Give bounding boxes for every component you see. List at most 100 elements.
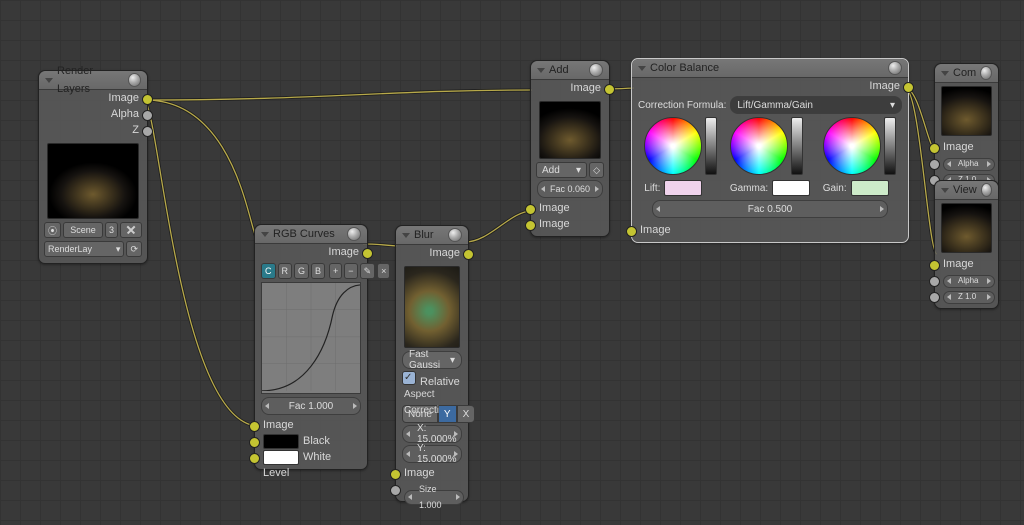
close-icon [124,223,138,237]
scene-field[interactable]: Scene [63,222,103,238]
node-composite[interactable]: Com Image Alpha Z 1.0 [934,63,999,192]
node-header[interactable]: RGB Curves [255,225,367,244]
lift-value-slider[interactable] [705,117,717,175]
socket-in-image: Image [935,139,998,155]
formula-select[interactable]: Lift/Gamma/Gain▾ [730,96,902,114]
scene-clear-button[interactable] [120,222,142,238]
node-title: Com [953,64,976,82]
collapse-icon[interactable] [45,78,53,83]
collapse-icon[interactable] [941,71,949,76]
fac-field[interactable]: Fac 0.060 [537,180,603,198]
gain-swatch[interactable] [851,180,889,196]
socket-in-size: Size 1.000 [396,481,468,497]
preview-dot-icon[interactable] [347,227,361,241]
gamma-section: Gamma: [730,117,810,196]
preview-dot-icon[interactable] [888,61,902,75]
socket-in-image-1: Image [531,200,609,216]
render-layer-refresh-button[interactable]: ⟳ [126,241,142,257]
collapse-icon[interactable] [638,66,646,71]
node-title: Blur [414,226,434,244]
node-viewer[interactable]: View Image Alpha Z 1.0 [934,180,999,309]
socket-in-image: Image [935,256,998,272]
curve-tools-button[interactable]: ✎ [360,263,376,279]
lift-swatch[interactable] [664,180,702,196]
formula-label: Correction Formula: [638,100,726,111]
socket-in-black: Black Level [255,433,367,449]
socket-out-alpha: Alpha [39,106,147,122]
curve-channel-g[interactable]: G [294,263,309,279]
socket-in-image: Image [632,222,908,238]
aspect-y[interactable]: Y [438,405,457,423]
preview-thumbnail [539,101,601,159]
checkbox-icon [402,371,416,385]
blend-mode-select[interactable]: Add▾ [536,162,587,178]
node-header[interactable]: View [935,181,998,200]
preview-dot-icon[interactable] [448,228,462,242]
gamma-swatch[interactable] [772,180,810,196]
zoom-in-button[interactable]: + [329,263,342,279]
zoom-out-button[interactable]: − [344,263,357,279]
scene-browse-button[interactable]: ⦿ [44,222,61,238]
curve-channel-b[interactable]: B [311,263,325,279]
preview-thumbnail [47,143,139,219]
node-header[interactable]: Render Layers [39,71,147,90]
socket-out-image: Image [531,80,609,96]
collapse-icon[interactable] [537,68,545,73]
node-color-balance[interactable]: Color Balance Image Correction Formula: … [631,58,909,243]
lift-label: Lift: [644,183,660,194]
preview-dot-icon[interactable] [980,66,992,80]
curve-delete-button[interactable]: × [377,263,390,279]
preview-thumbnail [941,203,992,253]
aspect-x[interactable]: X [457,405,476,423]
gamma-color-wheel[interactable] [730,117,788,175]
aspect-label: Aspect Correcti [396,387,468,403]
node-header[interactable]: Color Balance [632,59,908,78]
curve-channel-c[interactable]: C [261,263,276,279]
gamma-label: Gamma: [730,183,768,194]
node-render-layers[interactable]: Render Layers Image Alpha Z ⦿ Scene 3 Re… [38,70,148,264]
node-title: Color Balance [650,59,719,77]
preview-dot-icon[interactable] [981,183,992,197]
collapse-icon[interactable] [941,188,949,193]
socket-in-alpha: Alpha [935,155,998,171]
preview-dot-icon[interactable] [128,73,141,87]
gain-value-slider[interactable] [884,117,896,175]
blur-type-select[interactable]: Fast Gaussi▾ [402,351,462,369]
clamp-button[interactable]: ◇ [589,162,604,178]
blur-x-field[interactable]: X: 15.000% [402,425,462,443]
node-add[interactable]: Add Image Add▾ ◇ Fac 0.060 Image Image [530,60,610,237]
render-layer-select[interactable]: RenderLay▾ [44,241,124,257]
collapse-icon[interactable] [261,232,269,237]
curve-channel-r[interactable]: R [278,263,293,279]
preview-thumbnail [404,266,460,348]
collapse-icon[interactable] [402,233,410,238]
gamma-value-slider[interactable] [791,117,803,175]
node-title: RGB Curves [273,225,335,243]
curve-editor[interactable] [261,282,361,394]
compositor-canvas[interactable]: Render Layers Image Alpha Z ⦿ Scene 3 Re… [0,0,1024,525]
lift-section: Lift: [644,117,717,196]
node-title: Add [549,61,569,79]
lift-color-wheel[interactable] [644,117,702,175]
preview-thumbnail [941,86,992,136]
relative-checkbox[interactable]: Relative [396,371,468,387]
node-header[interactable]: Add [531,61,609,80]
socket-out-image: Image [632,78,908,94]
node-header[interactable]: Com [935,64,998,83]
node-rgb-curves[interactable]: RGB Curves Image C R G B + − ✎ × Fac 1.0… [254,224,368,470]
blur-y-field[interactable]: Y: 15.000% [402,445,462,463]
socket-out-z: Z [39,122,147,138]
node-blur[interactable]: Blur Image Fast Gaussi▾ Relative Aspect … [395,225,469,502]
scene-users[interactable]: 3 [105,222,118,238]
socket-in-image: Image [255,417,367,433]
black-swatch[interactable] [263,434,299,449]
fac-field[interactable]: Fac 0.500 [652,200,888,218]
socket-in-image-2: Image [531,216,609,232]
white-swatch[interactable] [263,450,299,465]
preview-dot-icon[interactable] [589,63,603,77]
node-header[interactable]: Blur [396,226,468,245]
socket-in-alpha: Alpha [935,272,998,288]
fac-field[interactable]: Fac 1.000 [261,397,361,415]
socket-in-image: Image [396,465,468,481]
gain-color-wheel[interactable] [823,117,881,175]
